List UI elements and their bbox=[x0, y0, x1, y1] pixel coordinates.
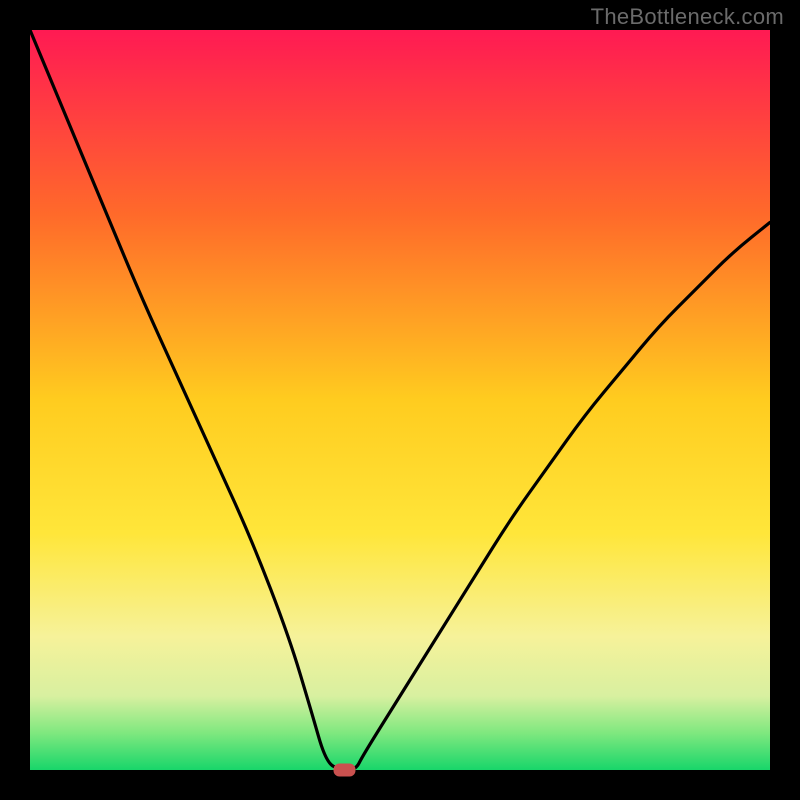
bottleneck-chart bbox=[0, 0, 800, 800]
watermark-text: TheBottleneck.com bbox=[591, 4, 784, 30]
chart-frame: TheBottleneck.com bbox=[0, 0, 800, 800]
plot-background bbox=[30, 30, 770, 770]
optimal-marker bbox=[334, 764, 356, 777]
